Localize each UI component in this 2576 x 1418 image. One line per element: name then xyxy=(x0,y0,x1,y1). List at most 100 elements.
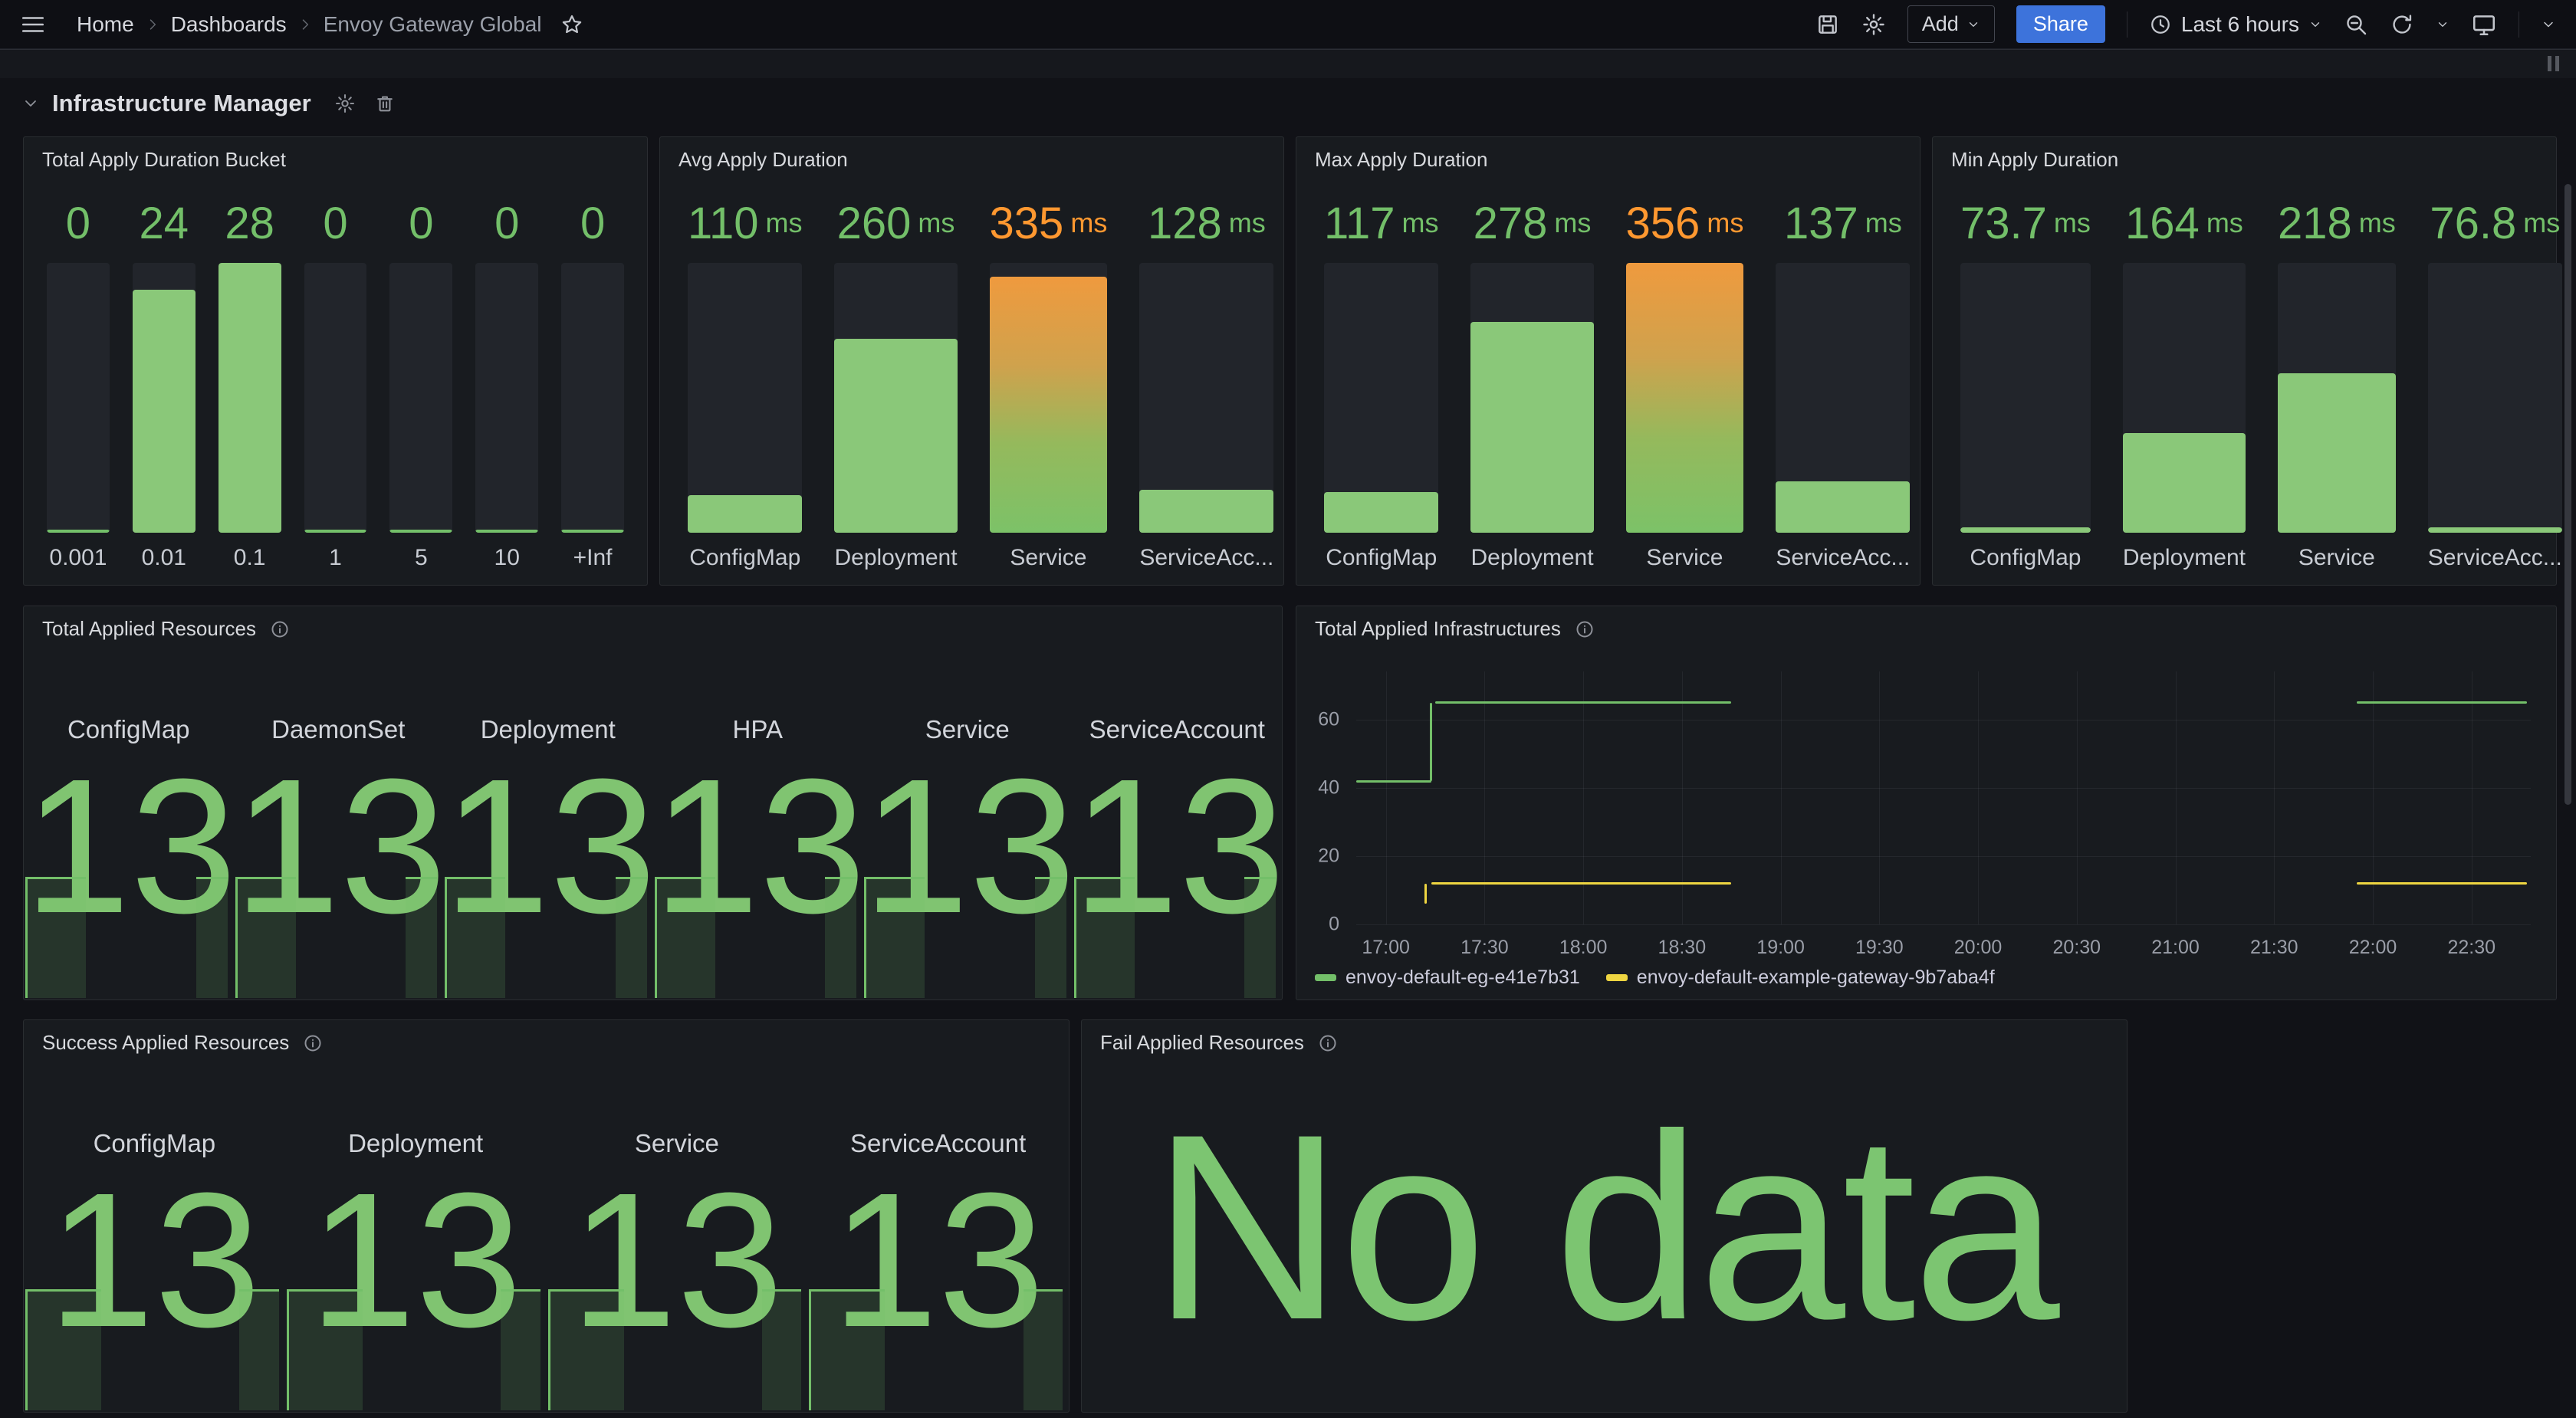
gridline-v xyxy=(1583,671,1584,924)
bar-value: 218ms xyxy=(2278,183,2396,263)
bar-gauge: 117msConfigMap278msDeployment356msServic… xyxy=(1324,183,1892,573)
x-axis-tick: 21:30 xyxy=(2250,937,2298,959)
series-line-segment xyxy=(2357,882,2526,885)
panel-title[interactable]: Avg Apply Duration xyxy=(678,148,848,172)
time-range-picker[interactable]: Last 6 hours xyxy=(2149,12,2322,37)
bar-label: Service xyxy=(1626,533,1744,573)
row-delete-icon[interactable] xyxy=(374,93,396,114)
panel-title[interactable]: Max Apply Duration xyxy=(1315,148,1487,172)
legend-item[interactable]: envoy-default-example-gateway-9b7aba4f xyxy=(1606,967,1995,989)
chevron-right-icon xyxy=(145,17,160,32)
panel-title[interactable]: Total Applied Resources xyxy=(42,617,290,641)
refresh-icon[interactable] xyxy=(2390,12,2414,37)
legend-item[interactable]: envoy-default-eg-e41e7b31 xyxy=(1315,967,1580,989)
bar-gauge-item: 278msDeployment xyxy=(1470,183,1593,573)
sparkline-segment xyxy=(864,877,925,998)
tv-icon[interactable] xyxy=(2471,11,2497,38)
gridline-h xyxy=(1356,788,2531,789)
sparkline-segment xyxy=(287,1289,363,1410)
save-icon[interactable] xyxy=(1815,12,1840,37)
zoom-out-icon[interactable] xyxy=(2344,12,2368,37)
bar-gauge-item: 137msServiceAcc... xyxy=(1776,183,1910,573)
x-axis-tick: 17:30 xyxy=(1460,937,1509,959)
panel-title-text[interactable]: Min Apply Duration xyxy=(1951,148,2118,172)
panel-title-text[interactable]: Avg Apply Duration xyxy=(678,148,848,172)
sparkline-segment xyxy=(501,1289,540,1410)
info-icon[interactable] xyxy=(303,1033,323,1053)
bar-value: 356ms xyxy=(1626,183,1744,263)
chart-legend: envoy-default-eg-e41e7b31 envoy-default-e… xyxy=(1315,967,1995,989)
bar-column xyxy=(2123,263,2246,533)
bar-fill xyxy=(834,339,957,533)
stat-cells: ConfigMap13Deployment13Service13ServiceA… xyxy=(24,1020,1069,1412)
bar-label: 0.001 xyxy=(47,533,110,573)
chevron-down-icon[interactable] xyxy=(2541,17,2556,32)
panel-title[interactable]: Success Applied Resources xyxy=(42,1031,323,1055)
legend-label[interactable]: envoy-default-eg-e41e7b31 xyxy=(1346,967,1580,989)
y-axis-tick: 0 xyxy=(1296,914,1339,936)
time-range-label: Last 6 hours xyxy=(2181,12,2299,37)
gridline-v xyxy=(1781,671,1782,924)
bar-gauge-item: 280.1 xyxy=(219,183,281,573)
x-axis-tick: 20:00 xyxy=(1954,937,2003,959)
gridline-h xyxy=(1356,856,2531,857)
top-nav: Home Dashboards Envoy Gateway Global Add… xyxy=(0,0,2576,49)
bar-gauge-item: 76.8msServiceAcc... xyxy=(2428,183,2562,573)
gridline-v xyxy=(1682,671,1683,924)
x-axis-tick: 22:00 xyxy=(2349,937,2397,959)
panel-title[interactable]: Total Apply Duration Bucket xyxy=(42,148,286,172)
bar-column xyxy=(1324,263,1438,533)
info-icon[interactable] xyxy=(270,619,290,639)
panel-title[interactable]: Fail Applied Resources xyxy=(1100,1031,1338,1055)
panel-title-text[interactable]: Success Applied Resources xyxy=(42,1031,289,1055)
legend-label[interactable]: envoy-default-example-gateway-9b7aba4f xyxy=(1637,967,1995,989)
row-title[interactable]: Infrastructure Manager xyxy=(52,90,311,117)
stat-cell: Deployment13 xyxy=(443,606,653,999)
x-axis-tick: 21:00 xyxy=(2151,937,2200,959)
chevron-down-icon[interactable] xyxy=(21,94,40,113)
panel-title-text[interactable]: Fail Applied Resources xyxy=(1100,1031,1304,1055)
bar-value: 0 xyxy=(475,183,538,263)
scrollbar-thumb[interactable] xyxy=(2564,184,2571,805)
stat-sparkline xyxy=(25,1289,279,1410)
info-icon[interactable] xyxy=(1575,619,1595,639)
bar-value: 0 xyxy=(304,183,367,263)
stat-sparkline xyxy=(1074,877,1276,998)
panel-total-apply-duration-bucket: Total Apply Duration Bucket 0 0.001 240.01 2… xyxy=(23,136,648,586)
panel-title[interactable]: Min Apply Duration xyxy=(1951,148,2118,172)
bar-fill xyxy=(1626,263,1744,533)
bar-column xyxy=(304,263,367,533)
bar-gauge-item: 240.01 xyxy=(133,183,196,573)
bar-gauge-item: 164msDeployment xyxy=(2123,183,2246,573)
panel-title[interactable]: Total Applied Infrastructures xyxy=(1315,617,1595,641)
settings-icon[interactable] xyxy=(1861,12,1886,37)
bar-column xyxy=(219,263,281,533)
sparkline-segment xyxy=(1024,1289,1063,1410)
x-axis-tick: 19:00 xyxy=(1756,937,1805,959)
bar-label: ConfigMap xyxy=(688,533,802,573)
panel-title-text[interactable]: Max Apply Duration xyxy=(1315,148,1487,172)
breadcrumb-home[interactable]: Home xyxy=(77,12,134,37)
panel-total-applied-infrastructures: Total Applied Infrastructures020406017:0… xyxy=(1296,606,2557,1000)
share-button[interactable]: Share xyxy=(2016,5,2105,43)
stat-sparkline xyxy=(655,877,857,998)
menu-icon[interactable] xyxy=(20,11,46,38)
panel-title-text[interactable]: Total Apply Duration Bucket xyxy=(42,148,286,172)
row-header-infrastructure-manager[interactable]: Infrastructure Manager xyxy=(21,83,396,124)
panel-title-text[interactable]: Total Applied Infrastructures xyxy=(1315,617,1561,641)
star-icon[interactable] xyxy=(560,13,583,36)
info-icon[interactable] xyxy=(1318,1033,1338,1053)
breadcrumb-current: Envoy Gateway Global xyxy=(324,12,542,37)
row-settings-icon[interactable] xyxy=(334,93,356,114)
sparkline-segment xyxy=(196,877,228,998)
sparkline-segment xyxy=(1074,877,1135,998)
bar-label: +Inf xyxy=(561,533,624,573)
bar-gauge-item: 01 xyxy=(304,183,367,573)
panel-title-text[interactable]: Total Applied Resources xyxy=(42,617,256,641)
bar-value: 110ms xyxy=(688,183,802,263)
breadcrumb-dashboards[interactable]: Dashboards xyxy=(171,12,287,37)
series-line-segment xyxy=(1424,884,1427,904)
chevron-down-icon[interactable] xyxy=(2436,18,2450,31)
add-button[interactable]: Add xyxy=(1907,5,1995,43)
y-axis-tick: 40 xyxy=(1296,777,1339,799)
